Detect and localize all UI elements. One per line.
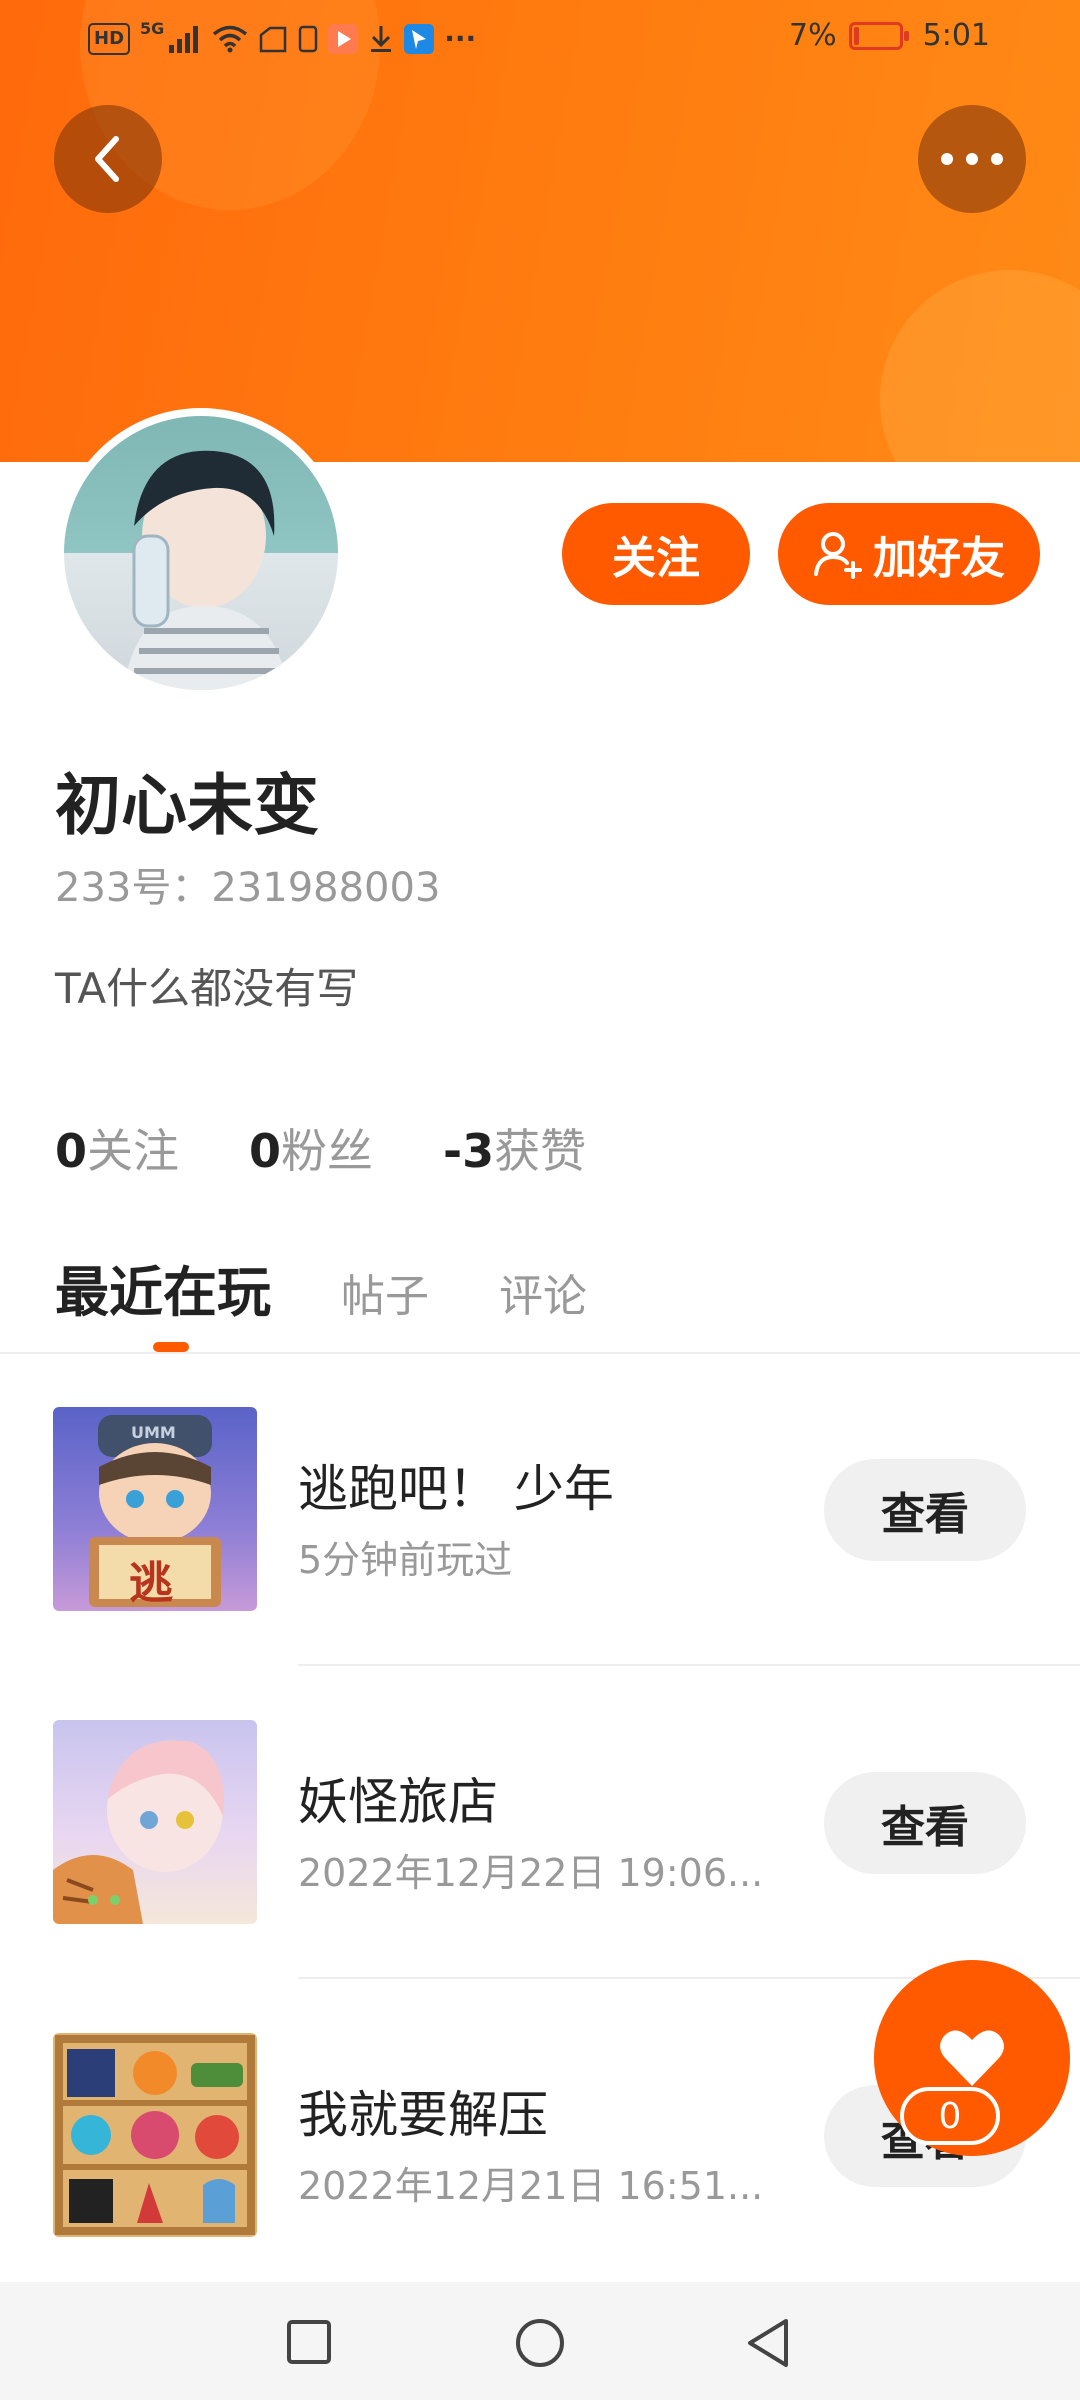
- stat-fans[interactable]: 0粉丝: [249, 1115, 373, 1181]
- game-thumbnail: [53, 1720, 257, 1924]
- notification-icon: [260, 26, 287, 52]
- more-button[interactable]: [918, 105, 1026, 213]
- game-last-played: 2022年12月22日 19:06...: [298, 1851, 764, 1895]
- wifi-icon: [213, 25, 248, 52]
- thumb-cap-text: UMM: [131, 1423, 176, 1442]
- game-art-hotel: [53, 1740, 224, 1924]
- follow-button[interactable]: 关注: [562, 503, 750, 605]
- hd-indicator: HD: [88, 22, 131, 55]
- network-indicator: 5G: [140, 19, 165, 38]
- user-id: 233号：231988003: [55, 865, 441, 911]
- user-name: 初心未变: [55, 767, 319, 844]
- back-button[interactable]: [54, 105, 162, 213]
- profile-tabs: 最近在玩 帖子 评论: [55, 1248, 587, 1327]
- active-tab-indicator: [153, 1342, 189, 1352]
- user-bio: TA什么都没有写: [55, 964, 359, 1013]
- follow-label: 关注: [612, 533, 700, 584]
- add-friend-button[interactable]: 加好友: [778, 503, 1040, 605]
- game-last-played: 2022年12月21日 16:51...: [298, 2164, 764, 2208]
- list-item[interactable]: UMM 逃 逃跑吧！ 少年 5分钟前玩过 查看: [0, 1407, 1080, 1719]
- avatar-illustration: [124, 450, 289, 690]
- thumb-sign-text: 逃: [129, 1558, 173, 1609]
- home-icon[interactable]: [514, 2317, 566, 2369]
- game-thumbnail: [53, 2033, 257, 2237]
- avatar-image: [64, 416, 338, 690]
- likes-count: -3: [443, 1124, 495, 1178]
- fans-label: 粉丝: [281, 1124, 374, 1178]
- tab-comments[interactable]: 评论: [499, 1260, 587, 1324]
- battery-percent: 7%: [789, 18, 837, 53]
- add-friend-icon: [814, 532, 862, 579]
- status-bar: HD 5G ··· 7% 5:01: [0, 0, 1080, 80]
- signal-icon: [169, 25, 199, 53]
- game-thumbnail: UMM 逃: [53, 1407, 257, 1611]
- following-count: 0: [55, 1124, 88, 1178]
- tabs-divider: [0, 1352, 1080, 1354]
- more-dots-icon: [941, 153, 1003, 165]
- game-title: 逃跑吧！ 少年: [298, 1460, 614, 1518]
- game-last-played: 5分钟前玩过: [298, 1538, 513, 1582]
- battery-icon: [848, 21, 909, 50]
- game-art-relax: [55, 2035, 255, 2235]
- avatar[interactable]: [56, 408, 346, 698]
- system-nav-bar: [0, 2282, 1080, 2400]
- view-game-button[interactable]: 查看: [824, 1459, 1026, 1561]
- likes-label: 获赞: [494, 1124, 587, 1178]
- chevron-left-icon: [95, 136, 119, 182]
- banner-decoration: [880, 270, 1080, 462]
- row-divider: [298, 1664, 1080, 1666]
- app-icon: [404, 23, 435, 54]
- game-title: 我就要解压: [298, 2086, 548, 2144]
- stat-likes: -3获赞: [443, 1115, 586, 1181]
- game-title: 妖怪旅店: [298, 1773, 498, 1831]
- more-notifications-indicator: ···: [444, 22, 477, 55]
- profile-stats: 0关注 0粉丝 -3获赞: [55, 1115, 586, 1181]
- stat-following[interactable]: 0关注: [55, 1115, 179, 1181]
- heart-icon: [940, 2030, 1004, 2086]
- view-game-button[interactable]: 查看: [824, 1772, 1026, 1874]
- play-app-icon: [328, 23, 359, 54]
- tab-posts[interactable]: 帖子: [341, 1260, 429, 1324]
- recent-apps-icon[interactable]: [286, 2319, 332, 2365]
- add-friend-label: 加好友: [873, 533, 1005, 584]
- fans-count: 0: [249, 1124, 282, 1178]
- back-nav-icon[interactable]: [744, 2317, 792, 2369]
- download-icon: [371, 25, 392, 52]
- tab-recently-played[interactable]: 最近在玩: [55, 1248, 271, 1327]
- clock: 5:01: [922, 18, 990, 53]
- following-label: 关注: [87, 1124, 180, 1178]
- phone-icon: [299, 25, 318, 52]
- like-count-badge: 0: [900, 2087, 1000, 2145]
